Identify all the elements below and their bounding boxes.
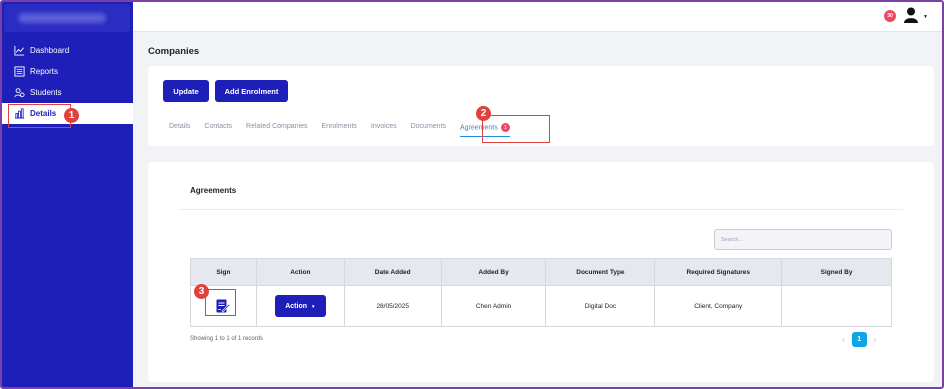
sidebar-item-reports[interactable]: Reports xyxy=(2,61,133,82)
records-summary: Showing 1 to 1 of 1 records xyxy=(190,336,264,342)
column-header-signed-by[interactable]: Signed By xyxy=(782,259,891,285)
tab-documents[interactable]: Documents xyxy=(411,123,446,132)
required-signatures-cell: Client, Company xyxy=(655,286,783,326)
annotation-marker-1: 1 xyxy=(64,108,79,123)
sidebar-item-label: Dashboard xyxy=(30,46,70,55)
add-enrolment-button[interactable]: Add Enrolment xyxy=(215,80,288,102)
column-header-sign[interactable]: Sign xyxy=(191,259,257,285)
user-avatar-icon[interactable] xyxy=(902,6,920,24)
action-button-label: Action xyxy=(285,302,307,310)
tab-bar: Details Contacts Related Companies Enrol… xyxy=(169,123,524,137)
pagination: ‹ 1 › xyxy=(842,332,876,347)
sidebar-item-students[interactable]: Students xyxy=(2,82,133,103)
divider xyxy=(178,209,903,210)
tab-related-companies[interactable]: Related Companies xyxy=(246,123,307,132)
report-icon xyxy=(14,66,25,77)
page-number-button[interactable]: 1 xyxy=(851,332,867,347)
column-header-document-type[interactable]: Document Type xyxy=(546,259,656,285)
app-window: Dashboard Reports Students Details 1 30 … xyxy=(0,0,944,389)
date-added-cell: 28/05/2025 xyxy=(345,286,442,326)
column-header-action[interactable]: Action xyxy=(257,259,345,285)
sidebar-item-label: Students xyxy=(30,88,62,97)
sidebar-item-label: Reports xyxy=(30,67,59,76)
search-input[interactable]: Search... xyxy=(714,229,892,250)
agreements-table: Sign Action Date Added Added By Document… xyxy=(190,258,892,327)
topbar: 30 ▼ xyxy=(133,2,942,32)
signed-by-cell xyxy=(782,286,891,326)
users-icon xyxy=(14,88,25,98)
sidebar: Dashboard Reports Students Details xyxy=(2,2,133,387)
chevron-left-icon[interactable]: ‹ xyxy=(842,335,845,344)
sidebar-item-dashboard[interactable]: Dashboard xyxy=(2,40,133,61)
brand-logo[interactable] xyxy=(4,4,130,32)
update-button[interactable]: Update xyxy=(163,80,209,102)
annotation-box-1 xyxy=(8,104,71,128)
tab-details[interactable]: Details xyxy=(169,123,190,132)
table-row: Action ▼ 28/05/2025 Chen Admin Digital Do… xyxy=(191,285,891,326)
annotation-box-3 xyxy=(205,289,236,316)
tab-contacts[interactable]: Contacts xyxy=(204,123,232,132)
agreements-card: Agreements Search... Sign Action Date Ad… xyxy=(148,162,934,382)
added-by-cell: Chen Admin xyxy=(442,286,547,326)
page-title: Companies xyxy=(148,46,200,57)
tab-enrolments[interactable]: Enrolments xyxy=(322,123,357,132)
column-header-date-added[interactable]: Date Added xyxy=(345,259,442,285)
column-header-added-by[interactable]: Added By xyxy=(442,259,547,285)
section-title: Agreements xyxy=(190,186,237,195)
annotation-box-2 xyxy=(482,115,550,143)
action-dropdown-button[interactable]: Action ▼ xyxy=(274,295,326,317)
brand-logo-image xyxy=(18,13,106,23)
chevron-down-icon[interactable]: ▼ xyxy=(923,14,928,20)
chart-line-icon xyxy=(14,45,25,56)
chevron-right-icon[interactable]: › xyxy=(874,335,877,344)
table-header: Sign Action Date Added Added By Document… xyxy=(191,259,891,285)
annotation-marker-3: 3 xyxy=(194,284,209,299)
column-header-required-signatures[interactable]: Required Signatures xyxy=(655,259,783,285)
notification-badge[interactable]: 30 xyxy=(884,10,896,22)
annotation-marker-2: 2 xyxy=(476,106,491,121)
tab-invoices[interactable]: Invoices xyxy=(371,123,397,132)
chevron-down-icon: ▼ xyxy=(311,303,316,309)
document-type-cell: Digital Doc xyxy=(546,286,656,326)
action-cell: Action ▼ xyxy=(257,286,345,326)
